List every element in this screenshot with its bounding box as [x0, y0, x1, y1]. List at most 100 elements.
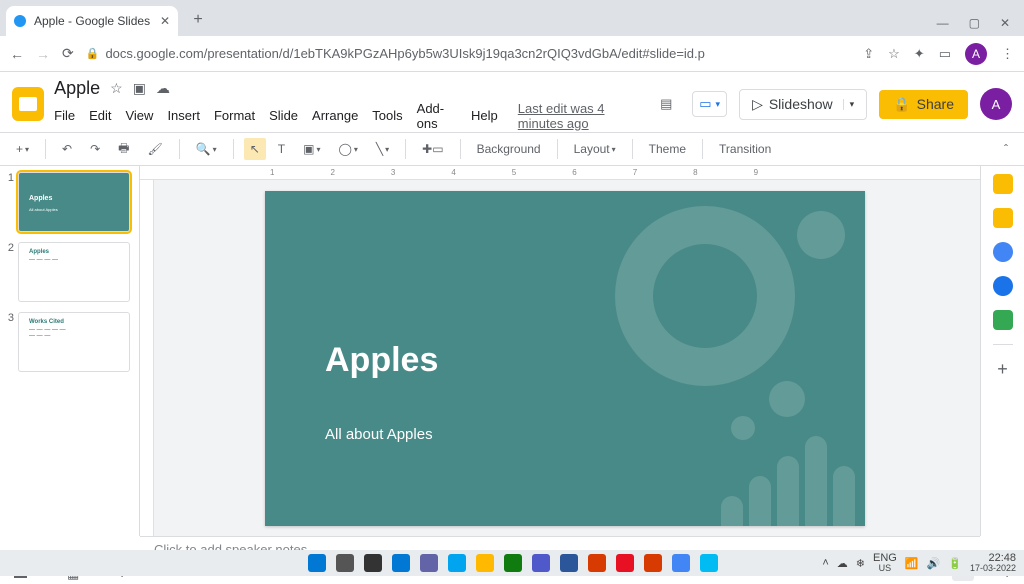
line-icon[interactable]: ╲ ▾ — [370, 138, 395, 160]
minimize-icon[interactable]: — — [937, 16, 949, 30]
menu-format[interactable]: Format — [214, 108, 255, 123]
side-panel: + — [980, 166, 1024, 536]
volume-icon[interactable]: 🔊 — [927, 557, 941, 570]
onedrive-icon[interactable]: ☁ — [837, 557, 848, 570]
bookmark-icon[interactable]: ☆ — [888, 46, 900, 62]
maps-icon[interactable] — [993, 310, 1013, 330]
search-icon[interactable] — [336, 554, 354, 572]
app-icon[interactable] — [532, 554, 550, 572]
slide-canvas[interactable]: Apples All about Apples — [265, 191, 865, 526]
present-dropdown[interactable]: ▭ ▾ — [692, 91, 727, 117]
language-indicator[interactable]: ENG US — [873, 553, 897, 573]
reading-list-icon[interactable]: ▭ — [939, 46, 951, 62]
decor-ring-icon — [615, 206, 795, 386]
menu-view[interactable]: View — [125, 108, 153, 123]
office-icon[interactable] — [644, 554, 662, 572]
layout-button[interactable]: Layout ▾ — [568, 138, 622, 160]
redo-icon[interactable]: ↷ — [84, 138, 106, 160]
zoom-icon[interactable]: 🔍 ▾ — [190, 138, 223, 160]
tab-close-icon[interactable]: ✕ — [160, 14, 170, 28]
contacts2-icon[interactable] — [993, 276, 1013, 296]
menu-tools[interactable]: Tools — [372, 108, 402, 123]
maximize-icon[interactable]: ▢ — [969, 16, 980, 30]
start-icon[interactable] — [308, 554, 326, 572]
taskview-icon[interactable] — [364, 554, 382, 572]
nav-forward-icon[interactable]: → — [36, 46, 50, 62]
slide-thumb-1[interactable]: 1 Apples All about Apples — [4, 172, 135, 232]
image-icon[interactable]: ▣ ▾ — [297, 138, 326, 160]
share-button[interactable]: 🔒 Share — [879, 90, 968, 119]
star-icon[interactable]: ☆ — [110, 80, 123, 97]
menu-edit[interactable]: Edit — [89, 108, 111, 123]
menu-help[interactable]: Help — [471, 108, 498, 123]
last-edit-link[interactable]: Last edit was 4 minutes ago — [518, 101, 652, 131]
menu-arrange[interactable]: Arrange — [312, 108, 358, 123]
doc-title[interactable]: Apple — [54, 78, 100, 99]
move-icon[interactable]: ▣ — [133, 80, 146, 97]
app-icon[interactable] — [392, 554, 410, 572]
background-button[interactable]: Background — [471, 138, 547, 160]
word-icon[interactable] — [560, 554, 578, 572]
nav-back-icon[interactable]: ← — [10, 46, 24, 62]
filmstrip[interactable]: 1 Apples All about Apples 2 Apples— — — … — [0, 166, 140, 536]
taskbar-apps — [308, 554, 718, 572]
slideshow-button[interactable]: ▷ Slideshow ▾ — [739, 89, 867, 120]
explorer-icon[interactable] — [476, 554, 494, 572]
wifi-icon[interactable]: 📶 — [905, 557, 919, 570]
reload-icon[interactable]: ⟳ — [62, 45, 74, 62]
keep-icon[interactable] — [993, 174, 1013, 194]
chrome-menu-icon[interactable]: ⋮ — [1001, 46, 1014, 62]
profile-avatar[interactable]: A — [965, 43, 987, 65]
vertical-ruler — [140, 180, 154, 536]
menubar: File Edit View Insert Format Slide Arran… — [54, 101, 652, 131]
share-page-icon[interactable]: ⇪ — [863, 46, 874, 62]
mcafee-icon[interactable] — [588, 554, 606, 572]
transition-button[interactable]: Transition — [713, 138, 777, 160]
slide-title[interactable]: Apples — [325, 341, 438, 380]
undo-icon[interactable]: ↶ — [56, 138, 78, 160]
tasks-icon[interactable] — [993, 208, 1013, 228]
edge-icon[interactable] — [448, 554, 466, 572]
app-icon[interactable] — [504, 554, 522, 572]
select-tool-icon[interactable]: ↖ — [244, 138, 266, 160]
horizontal-ruler: 123456789 — [140, 166, 980, 180]
textbox-icon[interactable]: T — [272, 138, 291, 160]
new-slide-button[interactable]: + ▾ — [10, 138, 35, 160]
account-avatar[interactable]: A — [980, 88, 1012, 120]
omnibox[interactable]: 🔒 docs.google.com/presentation/d/1ebTKA9… — [86, 46, 852, 61]
system-tray: ˄ ☁ ❄ ENG US 📶 🔊 🔋 22:48 17-03-2022 — [822, 553, 1016, 573]
app-icon[interactable] — [616, 554, 634, 572]
weather-icon[interactable]: ❄ — [856, 557, 865, 570]
slide-thumb-2[interactable]: 2 Apples— — — — — [4, 242, 135, 302]
teams-icon[interactable] — [420, 554, 438, 572]
cloud-status-icon[interactable]: ☁ — [156, 80, 170, 97]
menu-file[interactable]: File — [54, 108, 75, 123]
contacts-icon[interactable] — [993, 242, 1013, 262]
extensions-icon[interactable]: ✦ — [914, 46, 925, 62]
theme-button[interactable]: Theme — [643, 138, 692, 160]
close-window-icon[interactable]: ✕ — [1000, 16, 1010, 30]
slides-logo-icon[interactable] — [12, 87, 44, 121]
comments-icon[interactable]: ▤ — [652, 90, 680, 118]
menu-addons[interactable]: Add-ons — [417, 101, 457, 131]
clock[interactable]: 22:48 17-03-2022 — [970, 553, 1016, 573]
comment-icon[interactable]: ✚▭ — [416, 138, 449, 160]
browser-tab[interactable]: Apple - Google Slides ✕ — [6, 6, 178, 36]
slide-subtitle[interactable]: All about Apples — [325, 426, 433, 443]
battery-icon[interactable]: 🔋 — [948, 557, 962, 570]
workspace: 1 Apples All about Apples 2 Apples— — — … — [0, 166, 1024, 536]
overflow-icon[interactable]: ˄ — [822, 557, 828, 569]
url-text: docs.google.com/presentation/d/1ebTKA9kP… — [105, 46, 704, 61]
add-addon-icon[interactable]: + — [997, 359, 1008, 380]
menu-slide[interactable]: Slide — [269, 108, 298, 123]
app-icon[interactable] — [700, 554, 718, 572]
windows-taskbar: ˄ ☁ ❄ ENG US 📶 🔊 🔋 22:48 17-03-2022 — [0, 550, 1024, 576]
shape-icon[interactable]: ◯ ▾ — [332, 138, 363, 160]
menu-insert[interactable]: Insert — [167, 108, 200, 123]
new-tab-button[interactable]: + — [186, 8, 210, 32]
print-icon[interactable]: 🖶 — [112, 135, 135, 164]
paint-format-icon[interactable]: 🖌 — [141, 138, 168, 160]
slide-thumb-3[interactable]: 3 Works Cited— — — — —— — — — [4, 312, 135, 372]
chrome-icon[interactable] — [672, 554, 690, 572]
collapse-toolbar-icon[interactable]: ˆ — [998, 138, 1014, 160]
